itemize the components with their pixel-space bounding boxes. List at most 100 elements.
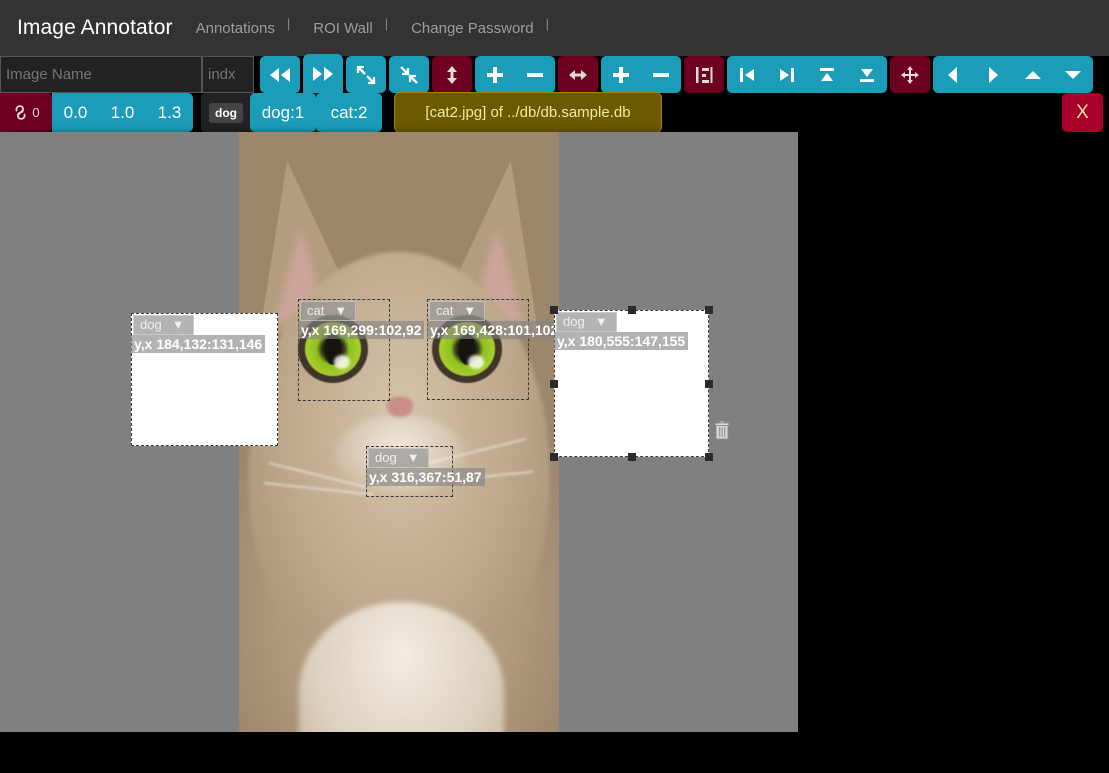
zoom-fit-button-group xyxy=(346,56,429,93)
nav-separator: | xyxy=(384,15,389,31)
annotation-label-dropdown[interactable]: cat ▼ xyxy=(429,301,486,321)
app-brand: Image Annotator xyxy=(17,16,173,39)
image-index-input[interactable] xyxy=(202,56,254,93)
class-count-dog-button[interactable]: dog:1 xyxy=(250,93,316,132)
annotation-label: cat xyxy=(436,303,454,318)
active-class-badge: dog xyxy=(209,102,243,123)
nudge-up-button[interactable] xyxy=(1013,56,1053,93)
annotation-label-dropdown[interactable]: dog ▼ xyxy=(133,315,194,335)
compress-button[interactable] xyxy=(389,56,429,93)
caret-down-icon xyxy=(1065,70,1081,79)
align-right-button[interactable] xyxy=(767,56,807,93)
chevron-down-icon: ▼ xyxy=(463,303,477,318)
move-arrows-icon xyxy=(901,65,919,84)
chevron-down-icon: ▼ xyxy=(171,317,185,332)
annotation-label: cat xyxy=(307,303,325,318)
caret-right-icon xyxy=(989,66,998,83)
annotation-coords: y,x 184,132:131,146 xyxy=(131,335,266,353)
plus-icon xyxy=(613,66,629,83)
link-count-button[interactable]: 0 xyxy=(0,93,52,132)
annotation-label-dropdown[interactable]: dog ▼ xyxy=(556,312,617,332)
distribute-icon xyxy=(696,66,713,83)
nudge-group xyxy=(890,56,1093,93)
minus-icon xyxy=(527,72,543,77)
top-navbar: Image Annotator Annotations | ROI Wall |… xyxy=(0,0,1109,56)
annotation-label: dog xyxy=(140,317,162,332)
align-left-button[interactable] xyxy=(727,56,767,93)
caret-up-icon xyxy=(1025,70,1041,79)
resize-handle[interactable] xyxy=(550,306,558,314)
link-icon xyxy=(15,105,26,120)
width-adjust-group xyxy=(558,56,681,93)
image-name-input[interactable] xyxy=(0,56,202,93)
nudge-down-button[interactable] xyxy=(1053,56,1093,93)
annotation-coords: y,x 169,299:102,92 xyxy=(298,321,425,339)
forward-icon xyxy=(313,66,333,81)
annotation-box-selected[interactable]: dog ▼ y,x 180,555:147,155 xyxy=(550,306,713,461)
height-minus-button[interactable] xyxy=(515,56,555,93)
resize-handle[interactable] xyxy=(705,379,713,388)
nav-link-change-password[interactable]: Change Password xyxy=(411,20,534,37)
resize-handle[interactable] xyxy=(705,453,713,461)
next-fast-button[interactable] xyxy=(303,54,343,93)
annotation-box[interactable]: dog ▼ y,x 316,367:51,87 xyxy=(366,446,485,497)
align-bottom-icon xyxy=(860,68,874,82)
nav-link-annotations[interactable]: Annotations xyxy=(196,20,275,37)
expand-arrows-icon xyxy=(356,65,376,84)
chevron-down-icon: ▼ xyxy=(594,314,608,329)
height-plus-button[interactable] xyxy=(475,56,515,93)
resize-handle[interactable] xyxy=(550,453,558,461)
nudge-left-button[interactable] xyxy=(933,56,973,93)
align-bottom-button[interactable] xyxy=(847,56,887,93)
height-adjust-group xyxy=(432,56,555,93)
subject-photo xyxy=(235,132,563,732)
compress-arrows-icon xyxy=(400,65,418,84)
link-count-label: 0 xyxy=(32,105,40,120)
nav-separator: | xyxy=(545,15,550,31)
resize-handle[interactable] xyxy=(550,379,558,388)
close-button[interactable]: X xyxy=(1062,93,1103,132)
trash-icon xyxy=(714,420,730,440)
align-top-icon xyxy=(820,67,834,81)
annotation-label: dog xyxy=(563,314,585,329)
annotation-box[interactable]: cat ▼ y,x 169,299:102,92 xyxy=(298,299,425,401)
class-count-cat-button[interactable]: cat:2 xyxy=(316,93,382,132)
width-button[interactable] xyxy=(558,56,598,93)
width-plus-button[interactable] xyxy=(601,56,641,93)
annotation-coords: y,x 180,555:147,155 xyxy=(554,332,689,350)
chevron-down-icon: ▼ xyxy=(334,303,348,318)
nav-separator: | xyxy=(286,15,291,31)
backward-icon xyxy=(270,67,290,82)
class-counts-strip: dog dog:1 cat:2 xyxy=(201,93,382,132)
resize-handle[interactable] xyxy=(705,306,713,314)
nudge-right-button[interactable] xyxy=(973,56,1013,93)
zoom-level-0-button[interactable]: 0.0 xyxy=(52,93,99,132)
cat-nose xyxy=(387,397,413,417)
resize-handle[interactable] xyxy=(627,453,636,461)
annotation-label-dropdown[interactable]: cat ▼ xyxy=(300,301,357,321)
annotation-box[interactable]: dog ▼ y,x 184,132:131,146 xyxy=(131,313,278,446)
prev-fast-button[interactable] xyxy=(260,56,300,93)
height-button[interactable] xyxy=(432,56,472,93)
arrows-vertical-icon xyxy=(447,65,457,84)
plus-icon xyxy=(487,66,503,83)
zoom-level-2-button[interactable]: 1.3 xyxy=(146,93,193,132)
caret-left-icon xyxy=(948,66,957,83)
move-button[interactable] xyxy=(890,56,930,93)
delete-annotation-button[interactable] xyxy=(714,420,730,445)
annotation-coords: y,x 316,367:51,87 xyxy=(366,468,485,486)
zoom-level-1-button[interactable]: 1.0 xyxy=(99,93,146,132)
width-minus-button[interactable] xyxy=(641,56,681,93)
distribute-button[interactable] xyxy=(684,56,724,93)
align-left-icon xyxy=(740,67,754,82)
align-right-icon xyxy=(780,67,794,82)
align-top-button[interactable] xyxy=(807,56,847,93)
expand-button[interactable] xyxy=(346,56,386,93)
current-file-banner: [cat2.jpg] of ../db/db.sample.db xyxy=(394,92,662,133)
annotation-canvas[interactable]: dog ▼ y,x 184,132:131,146 cat ▼ y,x 169,… xyxy=(0,132,798,732)
resize-handle[interactable] xyxy=(627,306,636,314)
annotation-label-dropdown[interactable]: dog ▼ xyxy=(368,448,429,468)
primary-toolbar xyxy=(0,54,1109,93)
nav-link-roi-wall[interactable]: ROI Wall xyxy=(313,20,372,37)
annotation-box[interactable]: cat ▼ y,x 169,428:101,102 xyxy=(427,299,562,400)
